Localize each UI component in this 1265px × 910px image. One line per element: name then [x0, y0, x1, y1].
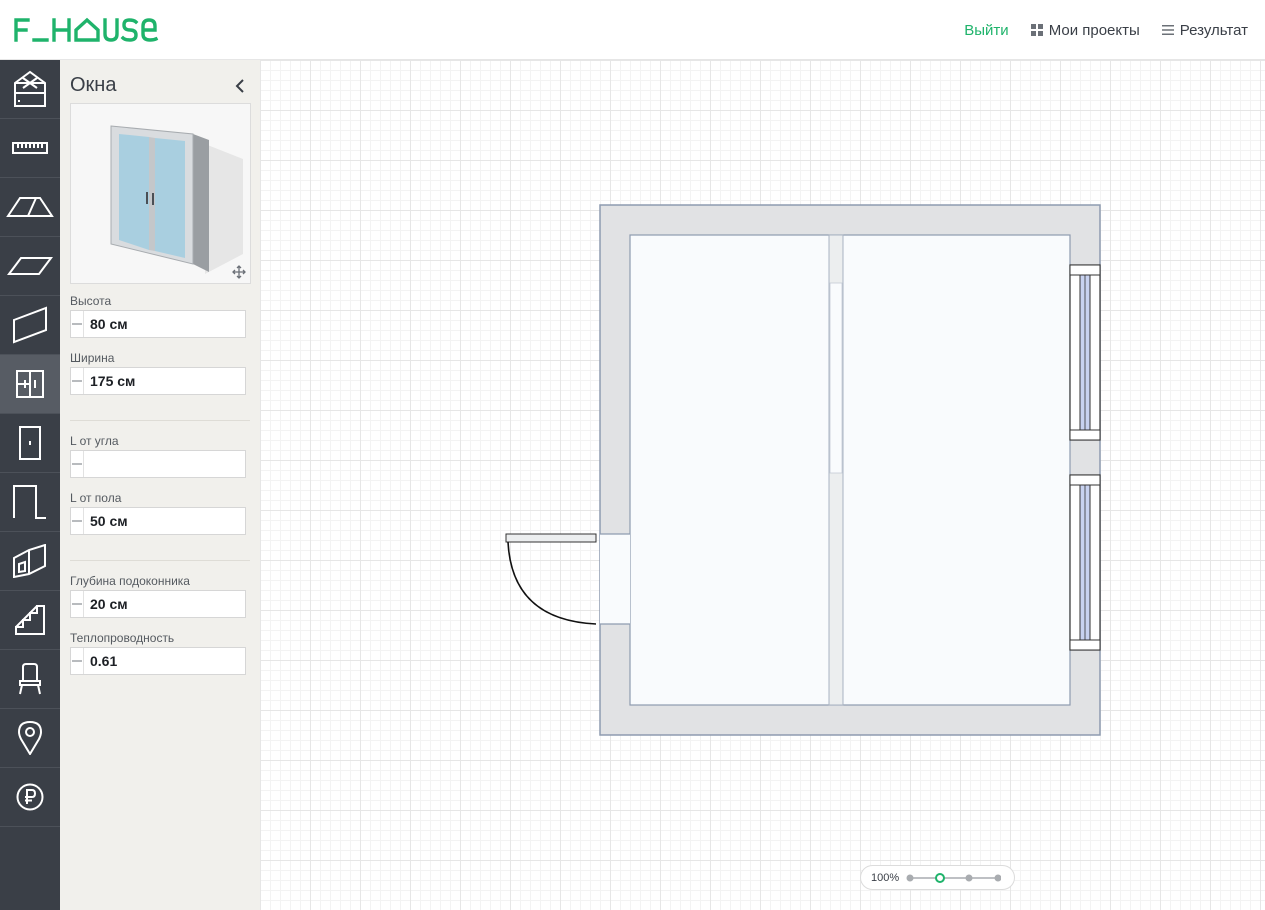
logo[interactable] — [14, 10, 184, 50]
tool-sidebar — [0, 60, 60, 910]
height-decrement-button[interactable] — [71, 311, 84, 337]
width-decrement-button[interactable] — [71, 368, 84, 394]
room-interior[interactable] — [629, 234, 1071, 706]
thermal-label: Теплопроводность — [70, 631, 175, 645]
tool-stairs[interactable] — [0, 591, 60, 650]
result-link[interactable]: Результат — [1161, 21, 1248, 39]
stairs-icon — [15, 605, 45, 635]
height-input[interactable] — [84, 311, 286, 337]
result-label: Результат — [1179, 21, 1248, 39]
opening-icon — [13, 485, 46, 519]
floor-icon — [7, 257, 53, 275]
chevron-left-icon[interactable] — [232, 78, 248, 94]
list-icon — [1161, 25, 1174, 35]
minus-icon — [72, 463, 82, 465]
sill-depth-label: Глубина подоконника — [70, 574, 190, 588]
zoom-control: 100% — [860, 865, 1015, 890]
tool-location[interactable] — [0, 709, 60, 768]
tool-wall[interactable] — [0, 296, 60, 355]
zoom-step[interactable] — [906, 874, 914, 881]
tool-cost[interactable] — [0, 768, 60, 827]
house-icon — [14, 70, 46, 107]
tool-ruler[interactable] — [0, 119, 60, 178]
zoom-step-active[interactable] — [935, 872, 945, 883]
tool-floor[interactable] — [0, 237, 60, 296]
properties-panel: Окна Высота 80 см Ширина 175 см L от угл… — [60, 60, 298, 910]
height-stepper — [70, 310, 298, 338]
zoom-level: 100% — [871, 871, 900, 884]
tool-facade[interactable] — [0, 532, 60, 591]
my-projects-link[interactable]: Мои проекты — [1030, 21, 1140, 39]
thermal-input[interactable] — [84, 648, 286, 674]
panel-title: Окна — [70, 74, 117, 96]
zoom-step[interactable] — [965, 874, 973, 881]
header: Выйти Мои проекты Результат — [0, 0, 1265, 60]
minus-icon — [72, 380, 82, 382]
exit-link[interactable]: Выйти — [964, 22, 1008, 39]
width-stepper — [70, 367, 298, 395]
ruble-icon — [16, 783, 44, 811]
from-floor-stepper — [70, 507, 298, 535]
divider — [70, 560, 250, 561]
move-icon[interactable] — [232, 265, 246, 279]
from-floor-label: L от пола — [70, 491, 122, 505]
top-nav: Выйти Мои проекты Результат — [964, 0, 1248, 60]
exit-label: Выйти — [964, 21, 1009, 39]
from-floor-decrement-button[interactable] — [71, 508, 84, 534]
zoom-slider[interactable] — [905, 871, 1001, 885]
partition-opening[interactable] — [829, 282, 843, 474]
from-corner-input[interactable] — [84, 451, 286, 477]
width-input[interactable] — [84, 368, 286, 394]
window-1[interactable] — [1069, 264, 1101, 441]
minus-icon — [72, 520, 82, 522]
plan-canvas[interactable] — [260, 60, 1265, 910]
tool-furniture[interactable] — [0, 650, 60, 709]
tool-house[interactable] — [0, 60, 60, 119]
door-swing-arc — [507, 541, 597, 625]
tool-door[interactable] — [0, 414, 60, 473]
door-opening — [600, 534, 630, 624]
door-leaf[interactable] — [505, 533, 597, 543]
wall-icon — [13, 306, 47, 344]
floor-plan — [505, 204, 1101, 736]
location-icon — [18, 721, 42, 755]
minus-icon — [72, 323, 82, 325]
minus-icon — [72, 603, 82, 605]
window-2[interactable] — [1069, 474, 1101, 651]
ruler-icon — [12, 142, 48, 154]
roof-icon — [6, 197, 54, 217]
from-corner-label: L от угла — [70, 434, 119, 448]
divider — [70, 420, 250, 421]
tool-window[interactable] — [0, 355, 60, 414]
thermal-decrement-button[interactable] — [71, 648, 84, 674]
from-floor-input[interactable] — [84, 508, 286, 534]
logo-icon — [14, 17, 159, 42]
tool-roof[interactable] — [0, 178, 60, 237]
sill-depth-input[interactable] — [84, 591, 286, 617]
window-3d-image — [110, 125, 243, 274]
zoom-step[interactable] — [994, 874, 1002, 881]
window-icon — [16, 370, 44, 398]
sill-depth-stepper — [70, 590, 298, 618]
from-corner-decrement-button[interactable] — [71, 451, 84, 477]
from-corner-stepper — [70, 450, 298, 478]
minus-icon — [72, 660, 82, 662]
sill-depth-decrement-button[interactable] — [71, 591, 84, 617]
facade-icon — [13, 544, 46, 578]
thermal-stepper — [70, 647, 298, 675]
window-preview — [70, 103, 251, 284]
tool-opening[interactable] — [0, 473, 60, 532]
height-label: Высота — [70, 294, 112, 308]
my-projects-label: Мои проекты — [1048, 21, 1140, 39]
chair-icon — [19, 663, 41, 695]
door-icon — [19, 426, 41, 460]
width-label: Ширина — [70, 351, 115, 365]
grid-icon — [1030, 24, 1043, 36]
